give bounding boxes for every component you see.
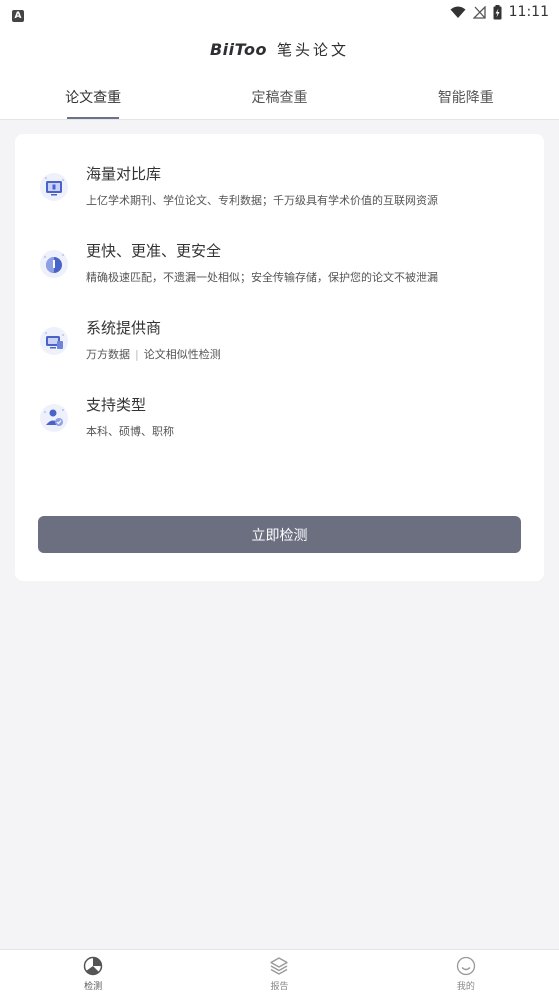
status-time: 11:11 [508, 4, 549, 20]
nav-item-check[interactable]: 检测 [0, 950, 186, 997]
status-bar: A 11:11 [0, 0, 559, 24]
feature-title: 系统提供商 [86, 319, 162, 337]
start-check-button[interactable]: 立即检测 [38, 516, 521, 553]
wifi-icon [450, 6, 466, 18]
notification-icon: A [12, 9, 24, 22]
feature-desc: 本科、硕博、职称 [86, 425, 174, 438]
feature-title: 更快、更准、更安全 [86, 242, 222, 260]
status-left: A [12, 3, 24, 22]
pie-chart-icon [83, 956, 103, 975]
nav-label: 我的 [456, 981, 475, 992]
feature-desc: 精确极速匹配，不遗漏一处相似；安全传输存储，保护您的论文不被泄漏 [86, 271, 438, 284]
desc-separator: | [135, 348, 139, 361]
brand-name-en: BiiToo [209, 39, 267, 59]
brand-logo: BiiToo 笔头论文 [210, 39, 349, 60]
tab-paper-check[interactable]: 论文查重 [0, 74, 186, 119]
shield-icon [40, 250, 68, 278]
tab-smart-reduce[interactable]: 智能降重 [373, 74, 559, 119]
feature-item-secure: 更快、更准、更安全 精确极速匹配，不遗漏一处相似；安全传输存储，保护您的论文不被… [39, 241, 438, 285]
feature-item-types: 支持类型 本科、硕博、职称 [39, 395, 174, 439]
feature-card: 海量对比库 上亿学术期刊、学位论文、专利数据；千万级具有学术价值的互联网资源 更… [15, 134, 544, 581]
feature-item-database: 海量对比库 上亿学术期刊、学位论文、专利数据；千万级具有学术价值的互联网资源 [39, 164, 438, 208]
tab-label: 论文查重 [65, 89, 122, 106]
tab-final-check[interactable]: 定稿查重 [186, 74, 372, 119]
feature-text: 支持类型 本科、硕博、职称 [86, 395, 174, 439]
no-signal-icon [472, 5, 486, 19]
battery-charging-icon [493, 4, 502, 19]
tab-active-indicator [67, 117, 120, 119]
provider-name: 万方数据 [86, 348, 130, 361]
database-icon [40, 173, 68, 201]
smile-icon [456, 956, 475, 975]
status-right: 11:11 [450, 4, 549, 20]
user-type-icon [40, 404, 68, 432]
nav-item-profile[interactable]: 我的 [373, 950, 559, 997]
bottom-nav: 检测 报告 我的 [0, 949, 559, 997]
provider-service: 论文相似性检测 [143, 348, 221, 361]
feature-title: 海量对比库 [86, 165, 162, 183]
nav-label: 检测 [84, 981, 103, 992]
feature-text: 系统提供商 万方数据 | 论文相似性检测 [86, 318, 221, 362]
feature-text: 海量对比库 上亿学术期刊、学位论文、专利数据；千万级具有学术价值的互联网资源 [86, 164, 438, 208]
feature-text: 更快、更准、更安全 精确极速匹配，不遗漏一处相似；安全传输存储，保护您的论文不被… [86, 241, 438, 285]
feature-title: 支持类型 [86, 396, 147, 414]
app-header: BiiToo 笔头论文 [0, 24, 559, 74]
feature-item-provider: 系统提供商 万方数据 | 论文相似性检测 [39, 318, 221, 362]
tab-label: 定稿查重 [251, 89, 308, 106]
tab-bar: 论文查重 定稿查重 智能降重 [0, 74, 559, 120]
feature-desc: 上亿学术期刊、学位论文、专利数据；千万级具有学术价值的互联网资源 [86, 194, 438, 207]
layers-icon [270, 956, 289, 975]
system-icon [40, 327, 68, 355]
nav-item-report[interactable]: 报告 [186, 950, 372, 997]
feature-desc: 万方数据 | 论文相似性检测 [86, 348, 221, 362]
brand-name-cn: 笔头论文 [276, 40, 349, 59]
tab-label: 智能降重 [437, 89, 494, 106]
nav-label: 报告 [270, 981, 289, 992]
